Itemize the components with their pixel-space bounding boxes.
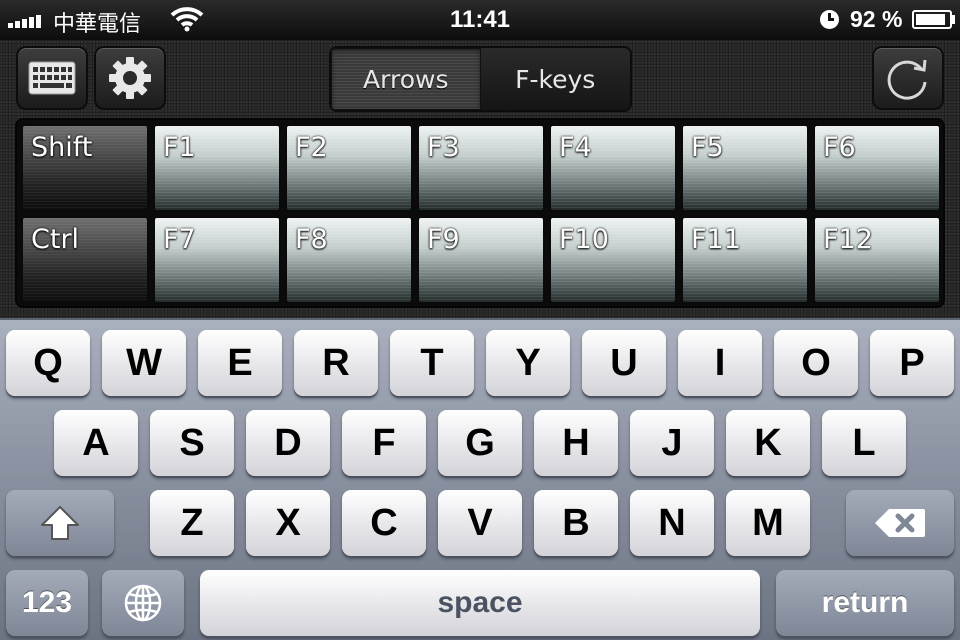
- key-p[interactable]: P: [870, 330, 954, 396]
- key-n[interactable]: N: [630, 490, 714, 556]
- f7-key[interactable]: F7: [153, 216, 281, 304]
- f4-key[interactable]: F4: [549, 124, 677, 212]
- shift-arrow-icon: [41, 506, 79, 540]
- globe-key[interactable]: [102, 570, 184, 636]
- key-w[interactable]: W: [102, 330, 186, 396]
- app-panel: Arrows F-keys Shift F1 F2 F3 F4 F5 F6 Ct…: [0, 40, 960, 318]
- onscreen-keyboard: Q W E R T Y U I O P A S D F G H J K L Z …: [0, 318, 960, 640]
- key-t[interactable]: T: [390, 330, 474, 396]
- clock-time: 11:41: [449, 6, 511, 33]
- return-key[interactable]: return: [776, 570, 954, 636]
- key-a[interactable]: A: [54, 410, 138, 476]
- key-d[interactable]: D: [246, 410, 330, 476]
- shift-modifier-key[interactable]: Shift: [21, 124, 149, 212]
- function-key-panel: Shift F1 F2 F3 F4 F5 F6 Ctrl F7 F8 F9 F1…: [15, 118, 945, 308]
- f3-key[interactable]: F3: [417, 124, 545, 212]
- f2-key[interactable]: F2: [285, 124, 413, 212]
- battery-icon: [912, 10, 952, 29]
- status-bar: 中華電信 11:41 92 %: [0, 0, 960, 40]
- key-v[interactable]: V: [438, 490, 522, 556]
- key-u[interactable]: U: [582, 330, 666, 396]
- mode-segmented-control: Arrows F-keys: [329, 46, 632, 112]
- shift-key[interactable]: [6, 490, 114, 556]
- f8-key[interactable]: F8: [285, 216, 413, 304]
- gear-icon: [109, 57, 151, 99]
- key-k[interactable]: K: [726, 410, 810, 476]
- f11-key[interactable]: F11: [681, 216, 809, 304]
- clock-icon: [820, 10, 839, 29]
- key-j[interactable]: J: [630, 410, 714, 476]
- tab-f-keys[interactable]: F-keys: [480, 48, 630, 110]
- key-q[interactable]: Q: [6, 330, 90, 396]
- key-r[interactable]: R: [294, 330, 378, 396]
- key-f[interactable]: F: [342, 410, 426, 476]
- key-e[interactable]: E: [198, 330, 282, 396]
- f10-key[interactable]: F10: [549, 216, 677, 304]
- settings-button[interactable]: [94, 46, 166, 110]
- key-b[interactable]: B: [534, 490, 618, 556]
- f5-key[interactable]: F5: [681, 124, 809, 212]
- key-m[interactable]: M: [726, 490, 810, 556]
- key-x[interactable]: X: [246, 490, 330, 556]
- keyboard-icon: [28, 61, 76, 95]
- f1-key[interactable]: F1: [153, 124, 281, 212]
- key-l[interactable]: L: [822, 410, 906, 476]
- ctrl-modifier-key[interactable]: Ctrl: [21, 216, 149, 304]
- key-g[interactable]: G: [438, 410, 522, 476]
- f6-key[interactable]: F6: [813, 124, 941, 212]
- key-z[interactable]: Z: [150, 490, 234, 556]
- globe-icon: [124, 584, 162, 622]
- key-s[interactable]: S: [150, 410, 234, 476]
- battery-percentage: 92 %: [850, 6, 903, 32]
- refresh-button[interactable]: [872, 46, 944, 110]
- f9-key[interactable]: F9: [417, 216, 545, 304]
- key-i[interactable]: I: [678, 330, 762, 396]
- tab-arrows[interactable]: Arrows: [331, 48, 481, 110]
- key-h[interactable]: H: [534, 410, 618, 476]
- key-y[interactable]: Y: [486, 330, 570, 396]
- keyboard-toggle-button[interactable]: [16, 46, 88, 110]
- space-key[interactable]: space: [200, 570, 760, 636]
- f12-key[interactable]: F12: [813, 216, 941, 304]
- delete-key[interactable]: [846, 490, 954, 556]
- refresh-icon: [887, 59, 927, 100]
- key-o[interactable]: O: [774, 330, 858, 396]
- backspace-icon: [875, 509, 925, 537]
- key-c[interactable]: C: [342, 490, 426, 556]
- numbers-key[interactable]: 123: [6, 570, 88, 636]
